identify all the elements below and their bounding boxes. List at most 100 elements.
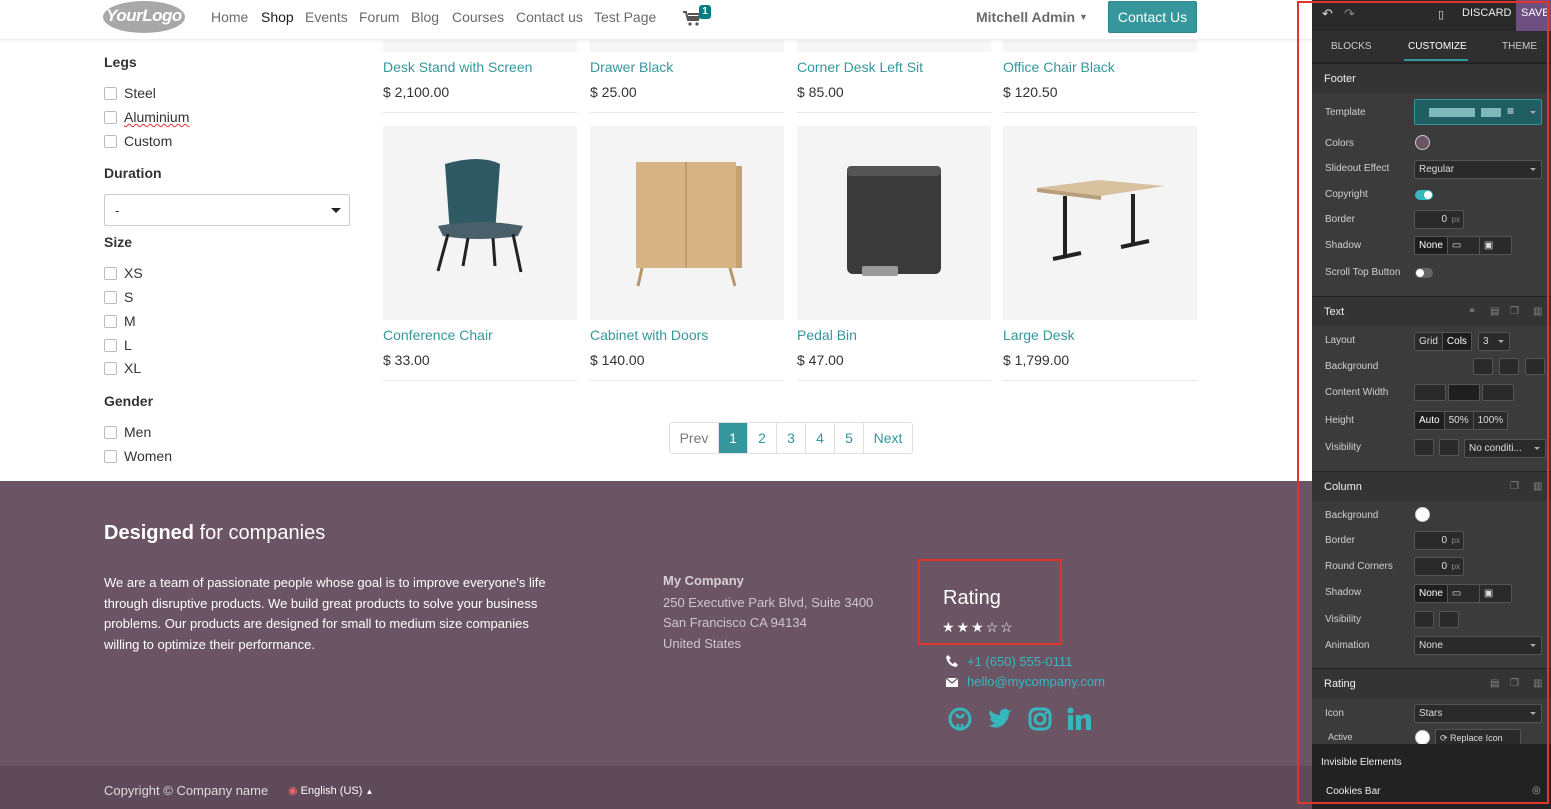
pager-page-1[interactable]: 1 <box>718 423 747 453</box>
checkbox-steel[interactable] <box>104 87 117 100</box>
round-corners-input[interactable]: 0 px <box>1414 557 1464 576</box>
pager-page-5[interactable]: 5 <box>834 423 863 453</box>
shadow-none-button[interactable]: None <box>1415 585 1447 602</box>
twitter-icon[interactable] <box>987 706 1013 732</box>
checkbox-custom[interactable] <box>104 135 117 148</box>
template-select[interactable]: ≡ <box>1414 99 1542 125</box>
checkbox-s[interactable] <box>104 291 117 304</box>
menu-home[interactable]: Home <box>211 9 248 25</box>
trash-icon[interactable]: ▥ <box>1533 306 1542 317</box>
checkbox-aluminium[interactable] <box>104 111 117 124</box>
hide-desktop-icon[interactable] <box>1414 439 1434 456</box>
checkbox-xl[interactable] <box>104 362 117 375</box>
tab-blocks[interactable]: BLOCKS <box>1331 41 1372 52</box>
menu-blog[interactable]: Blog <box>411 9 439 25</box>
shadow-outset-icon[interactable]: ▭ <box>1446 237 1479 254</box>
discard-button[interactable]: DISCARD <box>1462 7 1512 19</box>
duplicate-icon[interactable]: ❐ <box>1510 678 1519 689</box>
visibility-select[interactable]: No conditi... <box>1464 439 1546 458</box>
pager-prev-button[interactable]: Prev <box>670 423 718 453</box>
github-icon[interactable] <box>947 706 973 732</box>
shadow-inset-icon[interactable]: ▣ <box>1478 585 1511 602</box>
pager-page-2[interactable]: 2 <box>747 423 776 453</box>
width-small-icon[interactable] <box>1414 384 1446 401</box>
color-swatch[interactable] <box>1415 730 1430 745</box>
pedal-bin-image[interactable] <box>797 126 991 320</box>
pager-page-4[interactable]: 4 <box>805 423 834 453</box>
scroll-top-toggle[interactable] <box>1415 268 1433 278</box>
product-name[interactable]: Large Desk <box>1003 327 1075 343</box>
color-swatch[interactable] <box>1415 135 1430 150</box>
camera-icon[interactable] <box>1473 358 1493 375</box>
menu-events[interactable]: Events <box>305 9 348 25</box>
save-block-icon[interactable]: ▤ <box>1490 306 1499 317</box>
menu-courses[interactable]: Courses <box>452 9 504 25</box>
save-button[interactable]: SAVE <box>1516 0 1551 31</box>
slideout-effect-select[interactable]: Regular <box>1414 160 1542 179</box>
height-100-button[interactable]: 100% <box>1472 412 1508 429</box>
linkedin-icon[interactable] <box>1066 706 1092 732</box>
layout-grid-button[interactable]: Grid <box>1415 333 1442 350</box>
user-menu[interactable]: Mitchell Admin ▼ <box>976 9 1088 25</box>
shadow-inset-icon[interactable]: ▣ <box>1478 237 1511 254</box>
eye-slash-icon[interactable]: ◎ <box>1532 785 1541 796</box>
checkbox-women[interactable] <box>104 450 117 463</box>
chair-image[interactable] <box>383 126 577 320</box>
layout-cols-button[interactable]: Cols <box>1441 333 1471 350</box>
gradient-icon[interactable] <box>1525 358 1545 375</box>
film-icon[interactable] <box>1499 358 1519 375</box>
product-image[interactable] <box>1003 40 1197 52</box>
pager-page-3[interactable]: 3 <box>776 423 805 453</box>
layout-columns-select[interactable]: 3 <box>1478 332 1510 351</box>
width-full-icon[interactable] <box>1482 384 1514 401</box>
menu-contact-us[interactable]: Contact us <box>516 9 583 25</box>
product-image[interactable] <box>383 40 577 52</box>
product-name[interactable]: Conference Chair <box>383 327 493 343</box>
shadow-none-button[interactable]: None <box>1415 237 1447 254</box>
link-icon[interactable]: ⚭ <box>1468 306 1476 317</box>
product-image[interactable] <box>797 40 991 52</box>
animation-select[interactable]: None <box>1414 636 1542 655</box>
product-name[interactable]: Desk Stand with Screen <box>383 59 532 75</box>
duplicate-icon[interactable]: ❐ <box>1510 306 1519 317</box>
contact-us-button[interactable]: Contact Us <box>1108 1 1197 33</box>
desk-image[interactable] <box>1003 126 1197 320</box>
product-name[interactable]: Drawer Black <box>590 59 673 75</box>
duration-select[interactable]: - <box>104 194 350 226</box>
color-swatch[interactable] <box>1415 507 1430 522</box>
checkbox-l[interactable] <box>104 339 117 352</box>
phone-link[interactable]: +1 (650) 555-0111 <box>967 654 1072 669</box>
menu-shop[interactable]: Shop <box>261 9 294 25</box>
mobile-preview-icon[interactable]: ▯ <box>1438 8 1444 21</box>
pager-next-button[interactable]: Next <box>863 423 912 453</box>
email-link[interactable]: hello@mycompany.com <box>967 674 1105 689</box>
menu-forum[interactable]: Forum <box>359 9 399 25</box>
rating-icon-select[interactable]: Stars <box>1414 704 1542 723</box>
border-width-input[interactable]: 0 px <box>1414 210 1464 229</box>
checkbox-men[interactable] <box>104 426 117 439</box>
undo-icon[interactable]: ↶ <box>1322 6 1333 22</box>
trash-icon[interactable]: ▥ <box>1533 481 1542 492</box>
tab-theme[interactable]: THEME <box>1502 41 1537 52</box>
tab-customize[interactable]: CUSTOMIZE <box>1408 41 1467 52</box>
shadow-outset-icon[interactable]: ▭ <box>1446 585 1479 602</box>
width-regular-icon[interactable] <box>1448 384 1480 401</box>
redo-icon[interactable]: ↷ <box>1344 6 1355 22</box>
cookies-bar-item[interactable]: Cookies Bar <box>1326 786 1380 797</box>
site-logo[interactable]: YourLogo <box>103 1 185 33</box>
product-name[interactable]: Office Chair Black <box>1003 59 1115 75</box>
trash-icon[interactable]: ▥ <box>1533 678 1542 689</box>
product-name[interactable]: Cabinet with Doors <box>590 327 708 343</box>
cabinet-image[interactable] <box>590 126 784 320</box>
height-auto-button[interactable]: Auto <box>1415 412 1444 429</box>
product-image[interactable] <box>590 40 784 52</box>
duplicate-icon[interactable]: ❐ <box>1510 481 1519 492</box>
save-block-icon[interactable]: ▤ <box>1490 678 1499 689</box>
checkbox-m[interactable] <box>104 315 117 328</box>
product-name[interactable]: Corner Desk Left Sit <box>797 59 923 75</box>
instagram-icon[interactable] <box>1027 706 1053 732</box>
hide-desktop-icon[interactable] <box>1414 611 1434 628</box>
hide-mobile-icon[interactable] <box>1439 611 1459 628</box>
product-name[interactable]: Pedal Bin <box>797 327 857 343</box>
height-50-button[interactable]: 50% <box>1443 412 1473 429</box>
